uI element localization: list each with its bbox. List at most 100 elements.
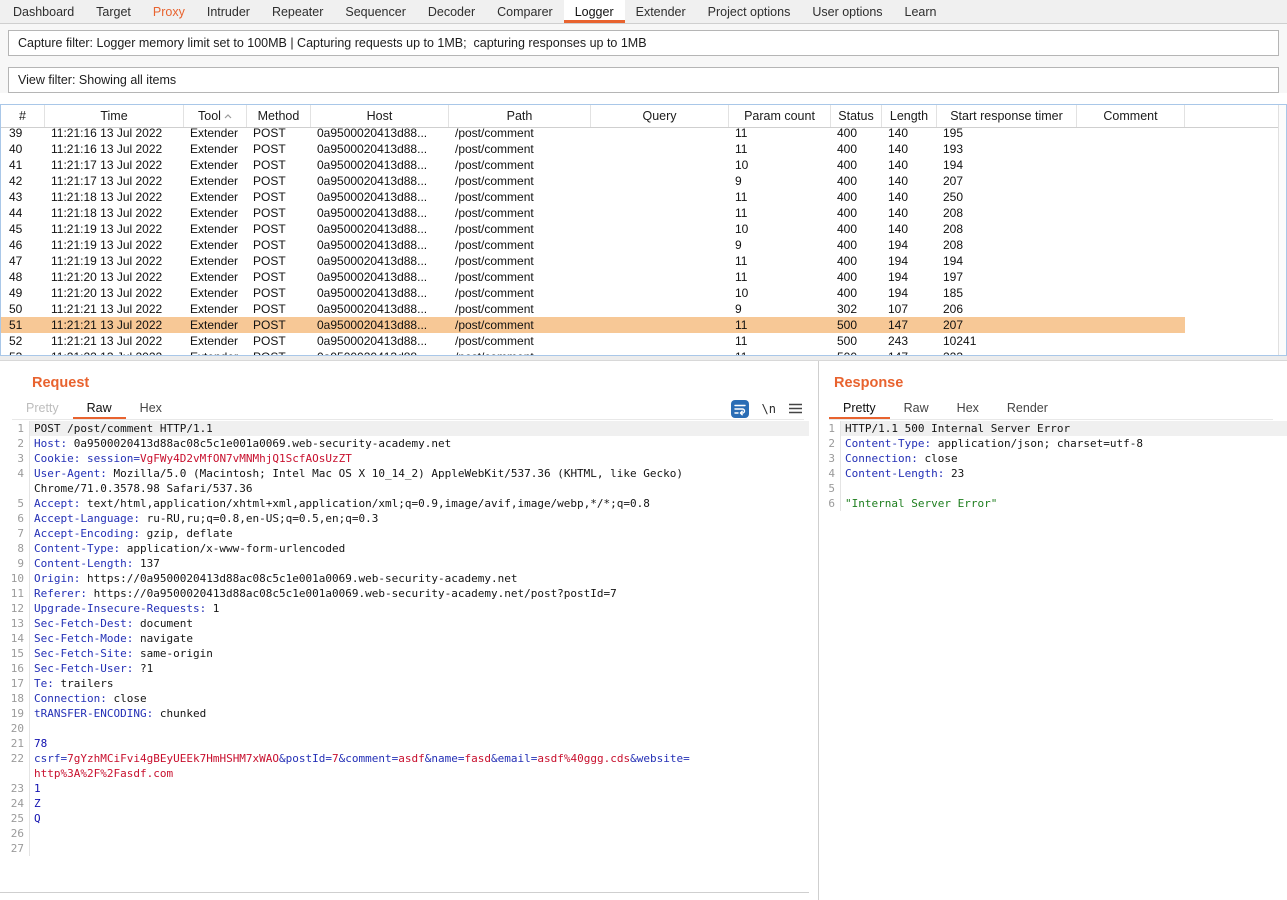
- editor-line: 24Z: [0, 796, 809, 811]
- tab-render[interactable]: Render: [993, 398, 1062, 419]
- line-content: "Internal Server Error": [841, 496, 1287, 511]
- cell-status: 400: [831, 142, 882, 156]
- line-number: 24: [0, 796, 30, 811]
- line-content: tRANSFER-ENCODING: chunked: [30, 706, 809, 721]
- tab-comparer[interactable]: Comparer: [486, 0, 564, 23]
- log-table-body: 3911:21:16 13 Jul 2022ExtenderPOST0a9500…: [1, 128, 1278, 355]
- cell-: 47: [1, 254, 45, 268]
- cell-path: /post/comment: [449, 302, 591, 316]
- cell-method: POST: [247, 128, 311, 140]
- cell-param-count: 10: [729, 158, 831, 172]
- cell-: 50: [1, 302, 45, 316]
- view-filter-bar[interactable]: View filter: Showing all items: [8, 67, 1279, 93]
- soft-wrap-icon[interactable]: [731, 400, 749, 418]
- column-header-param-count[interactable]: Param count: [729, 105, 831, 127]
- tab-dashboard[interactable]: Dashboard: [2, 0, 85, 23]
- cell-start-response-timer: 208: [937, 206, 1077, 220]
- tab-raw[interactable]: Raw: [73, 398, 126, 419]
- column-header-status[interactable]: Status: [831, 105, 882, 127]
- log-row-46[interactable]: 4611:21:19 13 Jul 2022ExtenderPOST0a9500…: [1, 237, 1185, 253]
- line-number: 18: [0, 691, 30, 706]
- tab-project-options[interactable]: Project options: [697, 0, 802, 23]
- cell-path: /post/comment: [449, 142, 591, 156]
- tab-hex[interactable]: Hex: [943, 398, 993, 419]
- cell-tool: Extender: [184, 270, 247, 284]
- cell-param-count: 11: [729, 254, 831, 268]
- capture-filter-bar[interactable]: Capture filter: Logger memory limit set …: [8, 30, 1279, 56]
- cell-path: /post/comment: [449, 174, 591, 188]
- log-row-44[interactable]: 4411:21:18 13 Jul 2022ExtenderPOST0a9500…: [1, 205, 1185, 221]
- tab-repeater[interactable]: Repeater: [261, 0, 334, 23]
- tab-target[interactable]: Target: [85, 0, 142, 23]
- response-editor[interactable]: 1HTTP/1.1 500 Internal Server Error2Cont…: [819, 421, 1287, 893]
- cell-start-response-timer: 194: [937, 254, 1077, 268]
- editor-line: 18Connection: close: [0, 691, 809, 706]
- tab-intruder[interactable]: Intruder: [196, 0, 261, 23]
- tab-sequencer[interactable]: Sequencer: [334, 0, 416, 23]
- line-content: 78: [30, 736, 809, 751]
- tab-decoder[interactable]: Decoder: [417, 0, 486, 23]
- editor-line: 22csrf=7gYzhMCiFvi4gBEyUEEk7HmHSHM7xWAO&…: [0, 751, 809, 781]
- line-content: csrf=7gYzhMCiFvi4gBEyUEEk7HmHSHM7xWAO&po…: [30, 751, 809, 781]
- tab-logger[interactable]: Logger: [564, 0, 625, 23]
- newline-icon[interactable]: \n: [762, 402, 776, 416]
- log-row-51[interactable]: 5111:21:21 13 Jul 2022ExtenderPOST0a9500…: [1, 317, 1185, 333]
- cell-method: POST: [247, 222, 311, 236]
- column-header-query[interactable]: Query: [591, 105, 729, 127]
- cell-length: 194: [882, 286, 937, 300]
- editor-line: 7Accept-Encoding: gzip, deflate: [0, 526, 809, 541]
- column-header-time[interactable]: Time: [45, 105, 184, 127]
- line-content: Origin: https://0a9500020413d88ac08c5c1e…: [30, 571, 809, 586]
- cell-method: POST: [247, 238, 311, 252]
- tab-proxy[interactable]: Proxy: [142, 0, 196, 23]
- table-vertical-scrollbar[interactable]: [1278, 105, 1286, 355]
- message-editors: Request PrettyRawHex \n 1POST /post/comm…: [0, 360, 1287, 900]
- log-row-48[interactable]: 4811:21:20 13 Jul 2022ExtenderPOST0a9500…: [1, 269, 1185, 285]
- column-header-comment[interactable]: Comment: [1077, 105, 1185, 127]
- cell-tool: Extender: [184, 190, 247, 204]
- column-header-tool[interactable]: Tool: [184, 105, 247, 127]
- view-filter-text: View filter: Showing all items: [18, 73, 176, 87]
- log-row-50[interactable]: 5011:21:21 13 Jul 2022ExtenderPOST0a9500…: [1, 301, 1185, 317]
- tab-extender[interactable]: Extender: [625, 0, 697, 23]
- log-row-43[interactable]: 4311:21:18 13 Jul 2022ExtenderPOST0a9500…: [1, 189, 1185, 205]
- line-number: 15: [0, 646, 30, 661]
- cell-status: 400: [831, 128, 882, 140]
- log-row-53[interactable]: 5311:21:22 13 Jul 2022ExtenderPOST0a9500…: [1, 349, 1185, 355]
- log-row-40[interactable]: 4011:21:16 13 Jul 2022ExtenderPOST0a9500…: [1, 141, 1185, 157]
- log-row-49[interactable]: 4911:21:20 13 Jul 2022ExtenderPOST0a9500…: [1, 285, 1185, 301]
- editor-line: 17Te: trailers: [0, 676, 809, 691]
- log-row-42[interactable]: 4211:21:17 13 Jul 2022ExtenderPOST0a9500…: [1, 173, 1185, 189]
- line-content: [30, 841, 809, 856]
- log-row-41[interactable]: 4111:21:17 13 Jul 2022ExtenderPOST0a9500…: [1, 157, 1185, 173]
- cell-path: /post/comment: [449, 238, 591, 252]
- tab-user-options[interactable]: User options: [801, 0, 893, 23]
- tab-pretty[interactable]: Pretty: [829, 398, 890, 419]
- cell-path: /post/comment: [449, 334, 591, 348]
- tab-hex[interactable]: Hex: [126, 398, 176, 419]
- log-row-45[interactable]: 4511:21:19 13 Jul 2022ExtenderPOST0a9500…: [1, 221, 1185, 237]
- tab-learn[interactable]: Learn: [894, 0, 948, 23]
- log-row-47[interactable]: 4711:21:19 13 Jul 2022ExtenderPOST0a9500…: [1, 253, 1185, 269]
- line-number: 22: [0, 751, 30, 781]
- response-title: Response: [834, 375, 1287, 391]
- log-row-39[interactable]: 3911:21:16 13 Jul 2022ExtenderPOST0a9500…: [1, 128, 1185, 141]
- column-header-[interactable]: #: [1, 105, 45, 127]
- column-header-length[interactable]: Length: [882, 105, 937, 127]
- line-number: 17: [0, 676, 30, 691]
- editor-line: 26: [0, 826, 809, 841]
- cell-host: 0a9500020413d88...: [311, 222, 449, 236]
- column-header-method[interactable]: Method: [247, 105, 311, 127]
- cell-host: 0a9500020413d88...: [311, 350, 449, 355]
- log-row-52[interactable]: 5211:21:21 13 Jul 2022ExtenderPOST0a9500…: [1, 333, 1185, 349]
- column-header-host[interactable]: Host: [311, 105, 449, 127]
- column-header-start-response-timer[interactable]: Start response timer: [937, 105, 1077, 127]
- request-editor[interactable]: 1POST /post/comment HTTP/1.12Host: 0a950…: [0, 421, 809, 893]
- column-header-path[interactable]: Path: [449, 105, 591, 127]
- cell-length: 194: [882, 270, 937, 284]
- menu-icon[interactable]: [789, 403, 802, 414]
- editor-line: 2Host: 0a9500020413d88ac08c5c1e001a0069.…: [0, 436, 809, 451]
- tab-raw[interactable]: Raw: [890, 398, 943, 419]
- editor-line: 9Content-Length: 137: [0, 556, 809, 571]
- cell-: 40: [1, 142, 45, 156]
